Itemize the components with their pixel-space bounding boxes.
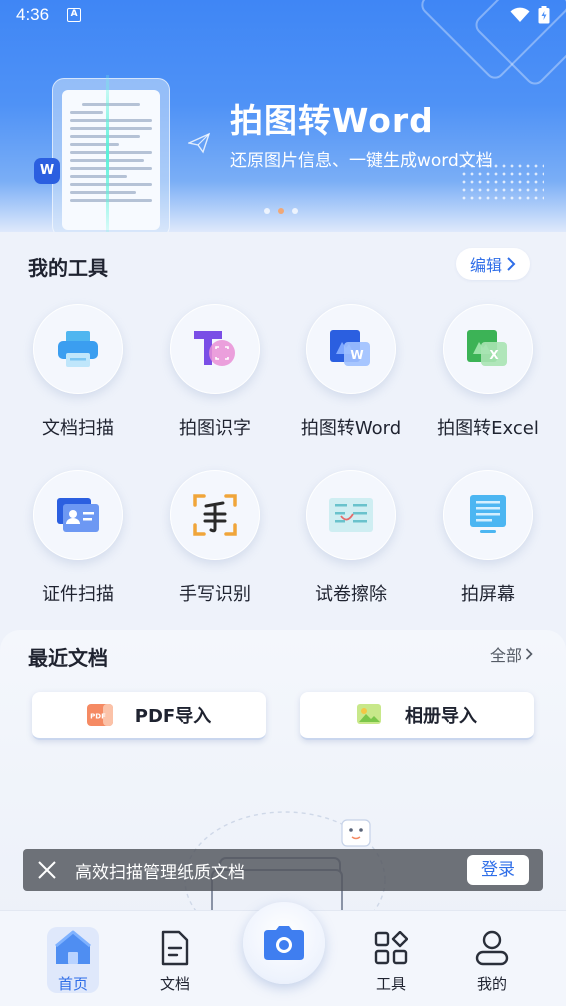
excel-icon: X [467,330,507,366]
tool-icon-container [33,304,123,394]
tool-label: 拍屏幕 [461,584,515,605]
login-button[interactable]: 登录 [467,855,529,885]
battery-icon [538,6,550,24]
document-page-illustration [62,90,160,230]
camera-button[interactable] [243,902,325,984]
tab-home[interactable]: 首页 [43,928,103,994]
id-card-icon [57,498,99,532]
tools-section-title: 我的工具 [28,256,108,280]
document-icon [161,930,189,966]
tool-handwriting-recognition[interactable]: 手写识别 [150,470,280,606]
album-import-button[interactable]: 相册导入 [300,692,534,740]
notification-icon: A [67,8,82,22]
chevron-right-icon [525,648,533,660]
pager-dot [292,208,298,214]
tool-label: 拍图识字 [179,418,251,439]
toast-message: 高效扫描管理纸质文档 [75,862,245,883]
pdf-import-button[interactable]: PDF PDF导入 [32,692,266,740]
banner-subtitle: 还原图片信息、一键生成word文档 [230,151,493,171]
status-bar: 4:36 A [0,0,566,30]
camera-icon [264,926,304,960]
view-all-label: 全部 [490,646,523,665]
tool-icon-container [306,470,396,560]
svg-text:W: W [350,348,363,362]
tool-icon-container [443,470,533,560]
pdf-icon: PDF [86,704,113,726]
tool-icon-container [170,304,260,394]
edit-label: 编辑 [469,256,502,275]
tool-label: 文档扫描 [42,418,114,439]
apps-grid-icon [374,931,408,965]
close-icon[interactable] [37,860,57,880]
tool-icon-container: X [443,304,533,394]
tool-image-to-excel[interactable]: X 拍图转Excel [423,304,553,440]
edit-button[interactable]: 编辑 [456,248,530,280]
tool-label: 拍图转Excel [437,418,539,439]
tool-screen-capture[interactable]: 拍屏幕 [423,470,553,606]
album-icon [357,704,381,724]
wifi-icon [510,7,530,22]
pager-dot [264,208,270,214]
banner-pager [264,208,298,214]
paper-erase-icon [329,498,373,532]
status-time: 4:36 [16,5,50,24]
tool-label: 拍图转Word [300,418,402,439]
tool-label: 试卷擦除 [315,584,387,605]
view-all-link[interactable]: 全部 [490,642,533,666]
chevron-right-icon [507,257,516,271]
tool-paper-erase[interactable]: 试卷擦除 [286,470,416,606]
tool-document-scan[interactable]: 文档扫描 [13,304,143,440]
printer-icon [58,331,98,367]
tab-home-label: 首页 [57,975,88,993]
tab-documents-label: 文档 [159,975,190,993]
login-prompt-toast: 高效扫描管理纸质文档 登录 [23,849,543,891]
word-badge-icon: W [34,158,60,184]
pager-dot-active [278,208,284,214]
pdf-import-label: PDF导入 [134,706,212,727]
banner-title: 拍图转Word [230,101,434,140]
banner[interactable]: 4:36 A W 拍图转Word 还原图片信息、一键生成word文档 [0,0,566,232]
text-recognition-icon [194,331,235,366]
pdf-icon-text: PDF [90,713,106,721]
home-icon [55,930,91,964]
screen-icon [470,495,506,533]
banner-dot-pattern [460,162,544,202]
tool-image-text-recognition[interactable]: 拍图识字 [150,304,280,440]
handwriting-icon [193,494,237,536]
user-icon [475,930,509,966]
tab-mine[interactable]: 我的 [462,928,522,994]
tool-label: 证件扫描 [42,584,114,605]
paper-plane-icon [188,132,210,154]
scan-line [106,75,109,232]
tool-image-to-word[interactable]: W 拍图转Word [286,304,416,440]
tab-documents[interactable]: 文档 [145,928,205,994]
tool-icon-container: W [306,304,396,394]
svg-text:X: X [489,348,499,362]
tab-mine-label: 我的 [476,975,507,993]
tab-tools[interactable]: 工具 [361,928,421,994]
tool-label: 手写识别 [179,584,251,605]
tab-tools-label: 工具 [375,975,406,993]
tool-icon-container [33,470,123,560]
tool-id-scan[interactable]: 证件扫描 [13,470,143,606]
recent-section-title: 最近文档 [28,646,108,670]
word-icon: W [330,330,370,366]
album-import-label: 相册导入 [405,706,477,727]
tool-icon-container [170,470,260,560]
